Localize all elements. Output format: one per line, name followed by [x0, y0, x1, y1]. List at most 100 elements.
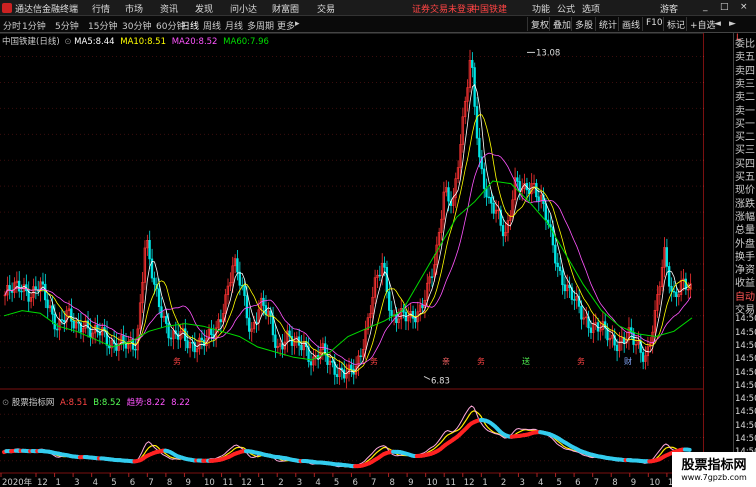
period-15min[interactable]: 15分钟 [88, 19, 117, 32]
ma10-value: 8.51 [147, 37, 166, 47]
x-tick-label: 8 [390, 478, 395, 487]
huaxian-button[interactable]: 画线 [618, 17, 643, 31]
sub-b-label: B: [93, 398, 102, 408]
period-weekly[interactable]: 周线 [203, 19, 221, 32]
biaoji-button[interactable]: 标记 [663, 17, 688, 31]
duogu-button[interactable]: 多股 [571, 17, 596, 31]
candle-body [238, 271, 241, 286]
candle-body [615, 344, 619, 352]
period-30min[interactable]: 30分钟 [122, 19, 151, 32]
user-label[interactable]: 游客 [660, 2, 678, 15]
prev-arrow-icon[interactable]: ◄ [714, 19, 721, 29]
candle-body [331, 360, 334, 363]
candle-body [17, 280, 21, 292]
menu-gongshi[interactable]: 公式 [557, 2, 575, 15]
event-marker[interactable]: 亲 [442, 356, 450, 366]
ma60-label: MA60: [223, 37, 250, 47]
candle-body [558, 266, 562, 272]
ma20-label: MA20: [171, 37, 199, 47]
sub-settings-icon[interactable]: ⊙ [2, 398, 9, 408]
panel-item: 14:50 [735, 434, 756, 444]
menu-hangqing[interactable]: 行情 [92, 2, 110, 15]
tongji-button[interactable]: 统计 [595, 17, 620, 31]
next-arrow-icon[interactable]: ► [729, 19, 736, 29]
candle-body [274, 334, 277, 348]
panel-item: 14:50 [735, 314, 756, 325]
candle-body [385, 267, 389, 293]
sub-trend-value: 8.22 [146, 398, 166, 408]
candle-body [210, 328, 213, 336]
x-tick-label: 4 [93, 478, 98, 487]
minimize-button[interactable]: _ [703, 2, 708, 12]
menu-wenxiaoda[interactable]: 问小达 [230, 2, 257, 15]
menu-caifuquan[interactable]: 财富圈 [272, 2, 299, 15]
event-marker[interactable]: 财 [624, 356, 632, 366]
event-marker[interactable]: 务 [370, 356, 378, 366]
menu-faxian[interactable]: 发现 [195, 2, 213, 15]
candle-body [551, 226, 555, 246]
more-arrow-icon[interactable]: ▸ [295, 19, 300, 29]
ma60-value: 7.96 [250, 37, 269, 47]
candle-body [580, 306, 583, 320]
watermark-text: 股票指标网 [681, 458, 747, 473]
period-more[interactable]: 更多 [277, 19, 295, 32]
candle-body [219, 319, 222, 323]
sub-chart-legend: ⊙ 股票指标网 A:8.51 B:8.52 趋势:8.22 8.22 [2, 396, 190, 408]
candle-body [70, 308, 73, 322]
candle-body [153, 277, 156, 285]
chart-area[interactable]: 13.086.83务务亲务送务财13.0012.5012.0011.5011.0… [0, 33, 704, 487]
settings-icon[interactable]: ⊙ [64, 37, 71, 47]
x-tick-label: 8 [167, 478, 172, 487]
x-tick-label: 12 [37, 478, 48, 487]
sub-a-value: 8.51 [68, 398, 88, 408]
menu-zixun[interactable]: 资讯 [160, 2, 178, 15]
x-tick-label: 6 [352, 478, 357, 487]
close-button[interactable]: × [740, 2, 748, 12]
period-fenshi[interactable]: 分时 [3, 19, 21, 32]
x-tick-label: 12 [241, 478, 252, 487]
maximize-button[interactable]: □ [720, 2, 729, 12]
menu-shichang[interactable]: 市场 [125, 2, 143, 15]
period-5min[interactable]: 5分钟 [55, 19, 79, 32]
x-tick-label: 2 [501, 478, 506, 487]
candle-body [20, 290, 23, 293]
kline-chart-svg[interactable]: 13.086.83务务亲务送务财13.0012.5012.0011.5011.0… [0, 33, 704, 487]
candle-body [60, 319, 64, 321]
period-multi[interactable]: 多周期 [247, 19, 274, 32]
event-marker[interactable]: 务 [577, 356, 585, 366]
period-1min[interactable]: 1分钟 [22, 19, 46, 32]
menu-jiaoyi[interactable]: 交易 [317, 2, 335, 15]
candle-body [556, 262, 559, 268]
event-marker[interactable]: 送 [522, 356, 530, 366]
candle-body [518, 181, 521, 192]
ma5-value: 8.44 [95, 37, 115, 47]
x-tick-label: 4 [538, 478, 543, 487]
menu-xuanxiang[interactable]: 选项 [582, 2, 600, 15]
candle-body [487, 196, 491, 199]
candle-body [411, 311, 415, 319]
x-tick-label: 7 [594, 478, 599, 487]
candle-body [537, 196, 540, 202]
candle-body [186, 340, 189, 349]
event-marker[interactable]: 务 [173, 356, 181, 366]
candle-body [236, 258, 239, 273]
period-daily[interactable]: 日线 [181, 19, 199, 32]
period-monthly[interactable]: 月线 [225, 19, 243, 32]
x-tick-label: 3 [74, 478, 79, 487]
candle-body [667, 266, 671, 287]
x-tick-label: 1 [482, 478, 487, 487]
ma10-line [4, 114, 691, 372]
event-marker[interactable]: 务 [477, 356, 485, 366]
candle-body [191, 342, 194, 344]
x-tick-label: 11 [223, 478, 234, 487]
candle-body [471, 59, 474, 68]
menu-gongneng[interactable]: 功能 [532, 2, 550, 15]
x-tick-label: 2020年 [2, 477, 33, 487]
x-tick-label: 4 [315, 478, 320, 487]
candle-body [414, 317, 417, 323]
candle-body [148, 240, 151, 260]
candle-body [516, 177, 519, 182]
low-price-label: 6.83 [431, 376, 450, 386]
x-tick-label: 6 [130, 478, 135, 487]
trade-login-notice[interactable]: 证券交易未登录 [412, 2, 475, 15]
